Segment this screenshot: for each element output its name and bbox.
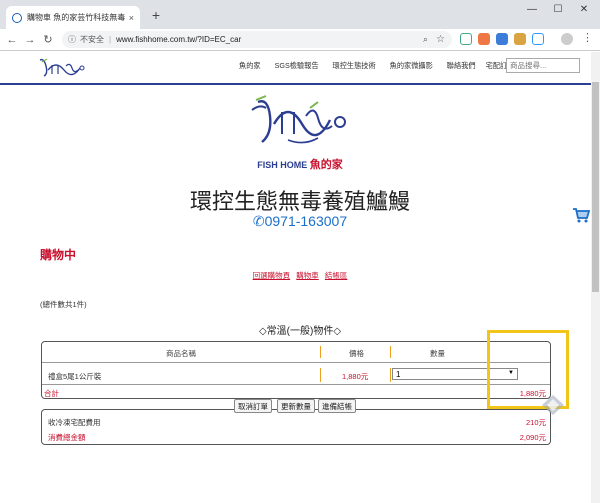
table-row: 禮盒5尾1公斤裝 1,880元 1 ▼ <box>42 368 550 382</box>
phone-icon: ✆ <box>252 213 265 229</box>
close-window-button[interactable]: ✕ <box>574 4 594 15</box>
cart-icon[interactable] <box>572 206 590 224</box>
site-main-menu: 魚的家 SGS檢驗報告 環控生態技術 魚的家微攝影 聯絡我們 宅配訂購 <box>239 61 514 71</box>
cancel-order-button[interactable]: 取消訂單 <box>234 399 272 413</box>
cart-nav-links: 回選購物頁 購物車 結帳區 <box>0 270 600 281</box>
table-header: 商品名稱 價格 數量 <box>42 346 550 358</box>
close-tab-icon[interactable]: × <box>129 13 134 23</box>
menu-item-sgs[interactable]: SGS檢驗報告 <box>275 61 319 71</box>
cart-link[interactable]: 購物車 <box>296 271 319 280</box>
col-header-price: 價格 <box>349 349 364 358</box>
security-status: 不安全 <box>80 35 104 44</box>
brand-cn: 魚的家 <box>309 159 343 171</box>
forward-arrow-icon[interactable]: → <box>21 34 39 46</box>
back-arrow-icon[interactable]: ← <box>3 34 21 46</box>
extension-icon[interactable] <box>532 33 544 45</box>
extension-icon[interactable] <box>514 33 526 45</box>
address-bar[interactable]: ⓘ 不安全 | www.fishhome.com.tw/?ID=EC_car ⌕… <box>62 31 452 48</box>
scrollbar-thumb[interactable] <box>592 82 599 292</box>
total-value: 2,090元 <box>519 433 546 442</box>
new-tab-button[interactable]: + <box>148 7 164 23</box>
brand-en: FISH HOME <box>257 160 308 170</box>
headline: 環控生態無毒養殖鱸鰻 <box>189 189 410 214</box>
cart-items-table: 商品名稱 價格 數量 禮盒5尾1公斤裝 1,880元 1 ▼ 合計 1,880元 <box>41 341 551 399</box>
site-header: 魚的家 SGS檢驗報告 環控生態技術 魚的家微攝影 聯絡我們 宅配訂購 <box>0 52 600 85</box>
url-text: www.fishhome.com.tw/?ID=EC_car <box>116 35 242 44</box>
update-quantity-button[interactable]: 更新數量 <box>277 399 315 413</box>
col-header-qty: 數量 <box>430 349 445 358</box>
extension-icon[interactable] <box>478 33 490 45</box>
menu-item-tech[interactable]: 環控生態技術 <box>333 61 376 71</box>
back-to-shop-link[interactable]: 回選購物頁 <box>253 271 291 280</box>
site-favicon-icon <box>12 12 22 23</box>
item-price: 1,880元 <box>342 372 369 381</box>
fishhome-logo-small[interactable] <box>38 56 86 78</box>
browser-tab[interactable]: 購物車 魚的家芸竹科技無毒養殖 × <box>6 6 140 29</box>
checkout-link[interactable]: 結帳區 <box>325 271 348 280</box>
minimize-window-button[interactable]: — <box>522 4 542 15</box>
shipping-label: 收冷凍宅配費用 <box>48 418 101 427</box>
info-icon[interactable]: ⓘ <box>68 34 76 45</box>
page-scrollbar[interactable] <box>591 52 600 503</box>
profile-avatar[interactable] <box>561 33 573 45</box>
phone-line: ✆0971-163007 <box>0 213 600 230</box>
total-label: 消費總金額 <box>48 433 86 442</box>
product-search-input[interactable] <box>506 58 580 73</box>
proceed-checkout-button[interactable]: 進備結帳 <box>318 399 356 413</box>
web-page: 魚的家 SGS檢驗報告 環控生態技術 魚的家微攝影 聯絡我們 宅配訂購 FISH… <box>0 52 600 503</box>
cart-heading: 購物中 <box>40 248 77 262</box>
fishhome-logo-large <box>251 95 346 144</box>
extension-icon[interactable] <box>496 33 508 45</box>
reload-icon[interactable]: ↻ <box>39 33 57 46</box>
menu-item-home[interactable]: 魚的家 <box>239 61 261 71</box>
tab-title: 購物車 魚的家芸竹科技無毒養殖 <box>27 13 125 22</box>
item-name: 禮盒5尾1公斤裝 <box>48 372 102 381</box>
extension-icon[interactable] <box>460 33 472 45</box>
maximize-window-button[interactable]: ☐ <box>548 4 568 15</box>
menu-item-contact[interactable]: 聯絡我們 <box>447 61 476 71</box>
browser-toolbar: ← → ↻ ⓘ 不安全 | www.fishhome.com.tw/?ID=EC… <box>0 29 600 51</box>
menu-item-photo[interactable]: 魚的家微攝影 <box>390 61 433 71</box>
browser-tab-bar: 購物車 魚的家芸竹科技無毒養殖 × + — ☐ ✕ <box>0 0 600 29</box>
order-totals: 收冷凍宅配費用 210元 消費總金額 2,090元 <box>41 409 551 445</box>
brand-name: FISH HOME 魚的家 <box>0 156 600 172</box>
bookmark-star-icon[interactable]: ☆ <box>436 34 445 45</box>
phone-number[interactable]: 0971-163007 <box>265 213 348 229</box>
item-count: (總件數共1件) <box>40 300 87 309</box>
zoom-icon[interactable]: ⌕ <box>423 34 428 45</box>
quantity-value: 1 <box>396 370 401 379</box>
subtotal-row: 合計 1,880元 <box>42 388 550 398</box>
watermark-logo-icon <box>542 395 564 415</box>
more-menu-icon[interactable]: ⋮ <box>582 31 593 44</box>
subtotal-label: 合計 <box>44 389 59 398</box>
col-header-name: 商品名稱 <box>166 349 196 358</box>
